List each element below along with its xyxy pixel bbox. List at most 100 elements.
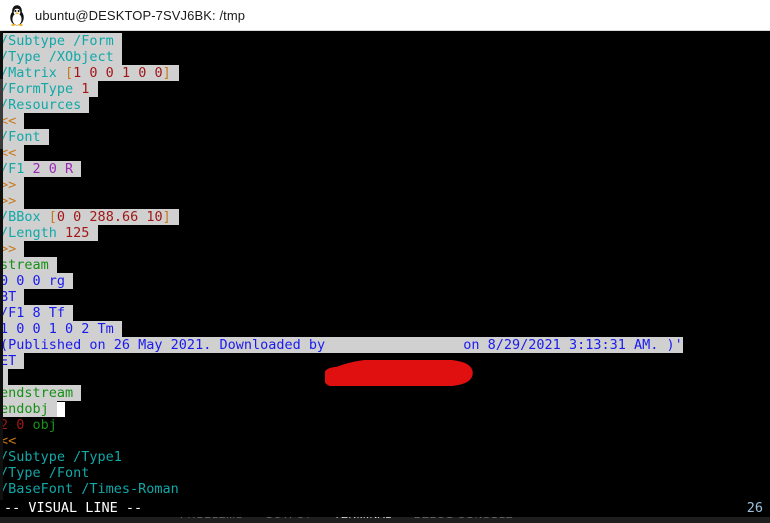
terminal-line: /Matrix [1 0 0 1 0 0] (0, 65, 770, 81)
selection-pad (65, 305, 73, 321)
text-run: /Type /Font (0, 465, 89, 481)
code-token: /FormType (0, 81, 82, 97)
scrollbar-thumb[interactable] (0, 79, 3, 149)
code-token: (Published on 26 May 2021. Downloaded by… (0, 337, 683, 353)
terminal-line: /Subtype /Form (0, 33, 770, 49)
selection-pad (73, 385, 81, 401)
selected-text: 0 0 0 rg (0, 273, 74, 289)
code-token: stream (0, 257, 49, 273)
code-token: /Subtype /Form (0, 33, 114, 49)
selected-text: /F1 8 Tf (0, 305, 74, 321)
selected-text: /Matrix [1 0 0 1 0 0] (0, 65, 179, 81)
terminal-lines: /Subtype /Form /Type /XObject /Matrix [1… (0, 33, 770, 497)
code-token: 2 0 (0, 417, 33, 433)
code-token: /Font (0, 129, 41, 145)
selected-text: ET (0, 353, 25, 369)
terminal-line: >> (0, 193, 770, 209)
window-title: ubuntu@DESKTOP-7SVJ6BK: /tmp (35, 7, 246, 23)
code-token: /Resources (0, 97, 82, 113)
code-token: 2 0 R (32, 161, 74, 177)
selected-text: /Type /XObject (0, 49, 122, 65)
selected-text: << (0, 113, 25, 129)
selection-pad (16, 177, 24, 193)
selected-text: /Subtype /Form (0, 33, 122, 49)
selection-pad (41, 129, 49, 145)
code-token: /BBox (0, 209, 49, 225)
selected-text: BT (0, 289, 25, 305)
selected-text: 1 0 0 1 0 2 Tm (0, 321, 122, 337)
terminal-line: 0 0 0 rg (0, 273, 770, 289)
terminal-line: /Subtype /Type1 (0, 449, 770, 465)
code-token: ] (162, 65, 171, 81)
terminal-scrollbar[interactable] (0, 31, 3, 500)
code-token: [ (65, 65, 74, 81)
selection-pad (16, 113, 24, 129)
selection-pad (16, 193, 24, 209)
selected-text: endobj (0, 401, 57, 417)
terminal-line: /Length 125 (0, 225, 770, 241)
selected-text: >> (0, 241, 25, 257)
vim-mode-indicator: -- VISUAL LINE -- (4, 500, 143, 516)
code-token: /F1 (0, 161, 33, 177)
terminal-line: >> (0, 177, 770, 193)
selection-pad (65, 273, 73, 289)
terminal-line: /Type /Font (0, 465, 770, 481)
terminal-line: 1 0 0 1 0 2 Tm (0, 321, 770, 337)
code-token: ] (162, 209, 171, 225)
code-token: 0 0 0 rg (0, 273, 66, 289)
selection-pad (89, 81, 97, 97)
terminal-line: (Published on 26 May 2021. Downloaded by… (0, 337, 770, 353)
code-token: endobj (0, 401, 49, 417)
selection-pad (73, 161, 81, 177)
selected-text: stream (0, 257, 57, 273)
code-token: endstream (0, 385, 74, 401)
terminal-line: << (0, 145, 770, 161)
selection-pad (114, 33, 122, 49)
selection-pad (81, 97, 89, 113)
terminal-line: /Type /XObject (0, 49, 770, 65)
terminal-line: BT (0, 289, 770, 305)
code-token: 1 0 0 1 0 2 Tm (0, 321, 114, 337)
selection-pad (49, 401, 57, 417)
code-token: 0 0 288.66 10 (56, 209, 163, 225)
terminal-line (0, 369, 770, 385)
text-run: /Subtype /Type1 (0, 449, 122, 465)
selection-pad (114, 321, 122, 337)
selected-text: /F1 2 0 R (0, 161, 82, 177)
selection-pad (171, 209, 179, 225)
terminal-line: /F1 8 Tf (0, 305, 770, 321)
terminal-line: /Resources (0, 97, 770, 113)
vim-status-line: -- VISUAL LINE -- 26 (0, 500, 770, 517)
terminal-line: /BBox [0 0 288.66 10] (0, 209, 770, 225)
terminal-line: >> (0, 241, 770, 257)
window-titlebar: ubuntu@DESKTOP-7SVJ6BK: /tmp (0, 0, 770, 31)
code-token: 125 (65, 225, 90, 241)
terminal-line: /FormType 1 (0, 81, 770, 97)
terminal-line: << (0, 113, 770, 129)
app-window: ubuntu@DESKTOP-7SVJ6BK: /tmp /Subtype /F… (0, 0, 770, 523)
selection-pad (89, 225, 97, 241)
code-token: /BaseFont /Times-Roman (0, 481, 179, 497)
terminal-cursor (56, 402, 66, 417)
selected-text: /Length 125 (0, 225, 98, 241)
terminal-line: /BaseFont /Times-Roman (0, 481, 770, 497)
code-token: /F1 8 Tf (0, 305, 66, 321)
terminal-line: 2 0 obj (0, 417, 770, 433)
code-token: /Length (0, 225, 66, 241)
selected-text: endstream (0, 385, 82, 401)
selection-pad (16, 145, 24, 161)
terminal-viewport[interactable]: /Subtype /Form /Type /XObject /Matrix [1… (0, 31, 770, 500)
code-token: /Matrix (0, 65, 66, 81)
text-run: 2 0 obj (0, 417, 57, 433)
code-token: /Subtype /Type1 (0, 449, 122, 465)
selection-pad (16, 353, 24, 369)
code-token: [ (48, 209, 57, 225)
vim-selection-count: 26 (746, 500, 763, 516)
terminal-line: << (0, 433, 770, 449)
code-token: obj (32, 417, 57, 433)
terminal-line: endstream (0, 385, 770, 401)
terminal-line: stream (0, 257, 770, 273)
selected-text: /BBox [0 0 288.66 10] (0, 209, 179, 225)
terminal-line: endobj (0, 401, 770, 417)
selected-text: << (0, 145, 25, 161)
